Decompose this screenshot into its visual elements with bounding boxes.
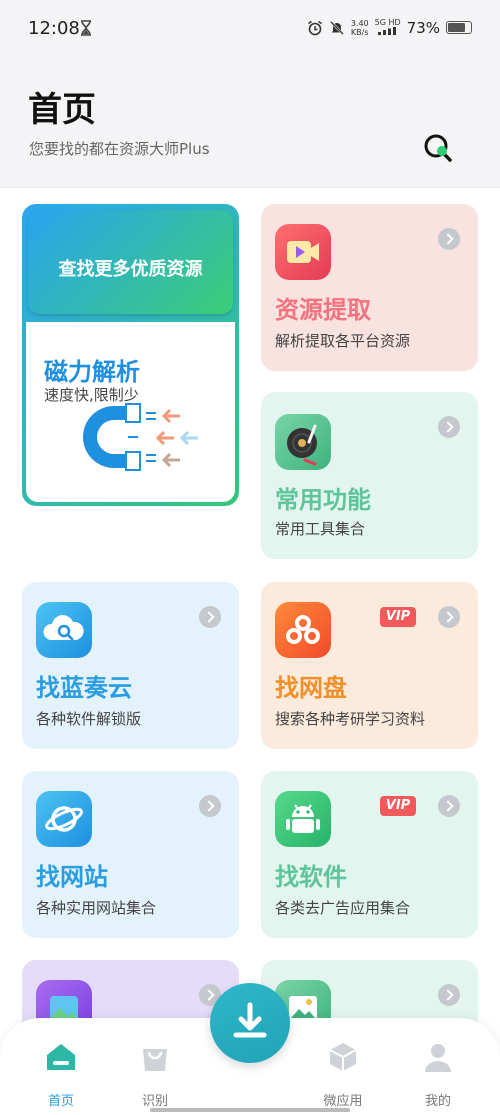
shopping-bag-icon <box>143 1049 167 1071</box>
status-bar: 12:08 3.40 KB/s 5G HD 73% <box>0 0 500 60</box>
card-title: 找网站 <box>36 863 108 891</box>
nav-home[interactable]: 首页 <box>26 1040 96 1109</box>
resource-extract-card[interactable]: 资源提取 解析提取各平台资源 <box>261 204 478 371</box>
common-tools-card[interactable]: 常用功能 常用工具集合 <box>261 392 478 559</box>
battery-percent: 73% <box>406 18 440 37</box>
user-icon <box>425 1044 451 1072</box>
card-title: 磁力解析 <box>44 358 140 386</box>
download-icon <box>233 1002 267 1038</box>
vip-badge: VIP <box>380 607 416 627</box>
card-title: 找网盘 <box>275 674 347 702</box>
card-title: 找蓝奏云 <box>36 674 132 702</box>
page-subtitle: 您要找的都在资源大师Plus <box>29 140 210 158</box>
card-desc: 各种实用网站集合 <box>36 899 157 917</box>
network-label: 5G HD <box>374 18 401 27</box>
net-speed: 3.40 KB/s <box>351 19 369 37</box>
chevron-right-icon <box>438 984 460 1006</box>
record-player-icon <box>275 414 331 470</box>
nav-micro-apps[interactable]: 微应用 <box>308 1040 378 1109</box>
card-desc: 搜索各种考研学习资料 <box>275 710 426 728</box>
chevron-right-icon <box>438 606 460 628</box>
home-icon <box>47 1044 75 1070</box>
card-title: 找软件 <box>275 863 347 891</box>
card-title: 资源提取 <box>275 296 371 324</box>
mute-bell-icon <box>329 20 344 35</box>
lanzou-cloud-card[interactable]: 找蓝奏云 各种软件解锁版 <box>22 582 239 749</box>
cloud-search-icon <box>36 602 92 658</box>
chevron-right-icon <box>438 416 460 438</box>
nav-mine[interactable]: 我的 <box>403 1040 473 1109</box>
card-desc: 各种软件解锁版 <box>36 710 142 728</box>
netdisk-card[interactable]: VIP 找网盘 搜索各种考研学习资料 <box>261 582 478 749</box>
page-header: 首页 您要找的都在资源大师Plus <box>0 60 500 188</box>
card-desc: 各类去广告应用集合 <box>275 899 411 917</box>
nav-label: 我的 <box>424 1094 451 1109</box>
signal-icon <box>377 27 396 35</box>
chevron-right-icon <box>199 795 221 817</box>
find-website-card[interactable]: 找网站 各种实用网站集合 <box>22 771 239 938</box>
status-indicators: 3.40 KB/s 5G HD 73% <box>307 18 472 37</box>
vip-badge: VIP <box>380 796 416 816</box>
more-resources-banner[interactable]: 查找更多优质资源 <box>28 210 233 314</box>
netdisk-icon <box>275 602 331 658</box>
magnet-parse-card[interactable]: 查找更多优质资源 磁力解析 速度快,限制少 <box>22 204 239 506</box>
magnet-parse-panel: 磁力解析 速度快,限制少 <box>26 322 235 502</box>
magnet-icon <box>83 403 198 471</box>
status-time: 12:08 <box>28 18 80 39</box>
find-software-card[interactable]: VIP 找软件 各类去广告应用集合 <box>261 771 478 938</box>
chevron-right-icon <box>199 606 221 628</box>
cube-icon <box>329 1043 357 1071</box>
nav-recognize[interactable]: 识别 <box>120 1040 190 1109</box>
chevron-right-icon <box>438 228 460 250</box>
net-speed-value: 3.40 <box>350 18 369 28</box>
banner-text: 查找更多优质资源 <box>58 259 203 280</box>
nav-label: 识别 <box>141 1094 168 1109</box>
battery-icon <box>446 21 472 34</box>
card-desc: 解析提取各平台资源 <box>275 332 411 350</box>
nav-label: 首页 <box>47 1094 74 1109</box>
planet-icon <box>36 791 92 847</box>
android-icon <box>275 791 331 847</box>
search-icon[interactable] <box>422 132 454 164</box>
card-title: 常用功能 <box>275 486 371 514</box>
card-desc: 常用工具集合 <box>275 520 366 538</box>
alarm-icon <box>307 20 322 35</box>
net-speed-unit: KB/s <box>350 27 369 37</box>
video-icon <box>275 224 331 280</box>
nav-label: 微应用 <box>323 1094 363 1109</box>
chevron-right-icon <box>438 795 460 817</box>
home-indicator[interactable] <box>150 1108 350 1112</box>
page-title: 首页 <box>28 90 96 130</box>
hourglass-icon <box>81 20 91 36</box>
network-indicator: 5G HD <box>375 18 401 37</box>
download-button[interactable] <box>210 983 290 1063</box>
